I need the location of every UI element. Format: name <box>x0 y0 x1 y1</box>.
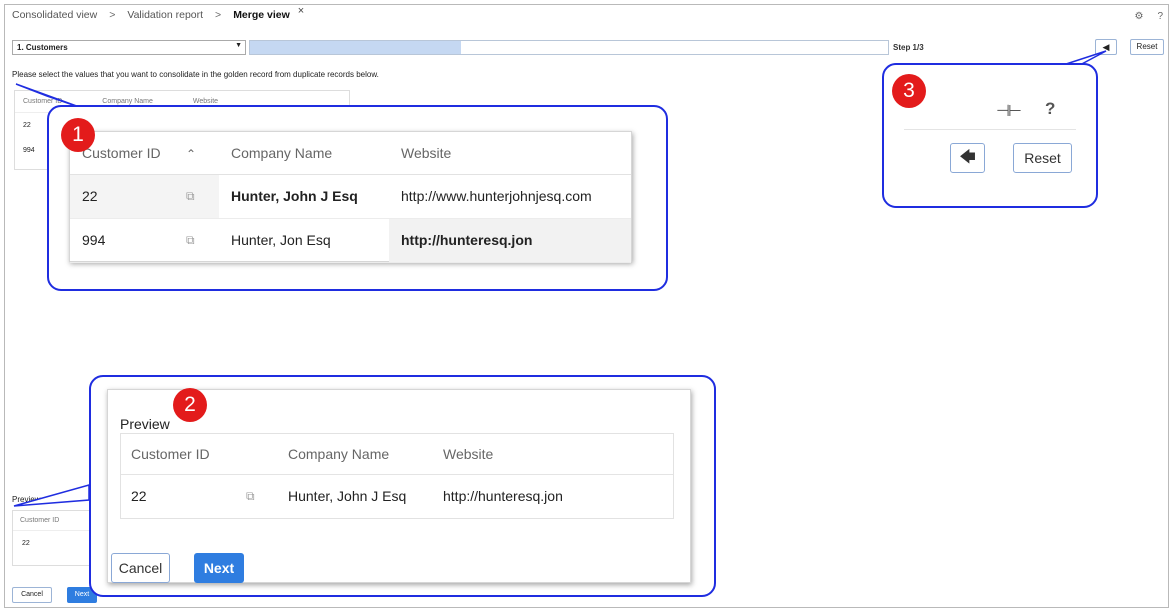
column-header-website[interactable]: Website <box>389 132 631 175</box>
progress-fill <box>250 41 461 54</box>
help-icon[interactable]: ? <box>1157 11 1163 22</box>
table-cell: 22 <box>22 540 30 547</box>
column-header: Company Name <box>102 98 153 105</box>
divider <box>904 129 1076 130</box>
breadcrumb-merge-view[interactable]: Merge view <box>233 9 290 21</box>
breadcrumb: Consolidated view > Validation report > … <box>12 5 304 21</box>
close-tab-icon[interactable]: × <box>298 5 304 17</box>
preview-table-small: Customer ID 22 <box>12 510 92 566</box>
callout-duplicate-records: Customer ID ⌃ Company Name Website 22 ⧉ … <box>47 105 668 291</box>
column-header: Customer ID <box>13 511 91 531</box>
table-row[interactable]: 994 ⧉ Hunter, Jon Esq http://hunteresq.j… <box>70 218 631 263</box>
help-icon[interactable]: ? <box>1045 99 1055 119</box>
step-label: Step 1/3 <box>893 43 924 52</box>
breadcrumb-validation-report[interactable]: Validation report <box>127 9 203 21</box>
instruction-text: Please select the values that you want t… <box>12 70 379 79</box>
sort-ascending-icon[interactable]: ⌃ <box>174 132 219 175</box>
company-name-cell: Hunter, John J Esq <box>288 488 407 505</box>
breadcrumb-consolidated-view[interactable]: Consolidated view <box>12 9 97 21</box>
website-cell[interactable]: http://www.hunterjohnjesq.com <box>389 174 631 219</box>
step-select[interactable]: 1. Customers ▼ <box>12 40 246 55</box>
external-link-icon[interactable]: ⧉ <box>174 174 219 219</box>
next-button[interactable]: Next <box>194 553 244 583</box>
undo-icon: ◀ <box>1102 42 1110 52</box>
toolbar-panel-zoomed: ⊣⊢ ? 🡄 Reset <box>904 91 1076 187</box>
collapse-icon[interactable]: ⊣⊢ <box>996 101 1022 121</box>
callout-toolbar: ⊣⊢ ? 🡄 Reset 3 <box>882 63 1098 208</box>
external-link-icon[interactable]: ⧉ <box>236 474 278 518</box>
preview-table: Customer ID Company Name Website 22 ⧉ Hu… <box>120 433 674 519</box>
column-header-company-name[interactable]: Company Name <box>219 132 389 175</box>
callout-badge-3: 3 <box>892 74 926 108</box>
callout-badge-1: 1 <box>61 118 95 152</box>
company-name-cell-selected[interactable]: Hunter, John J Esq <box>219 174 389 219</box>
settings-icon[interactable]: ⚙ <box>1134 11 1143 22</box>
progress-bar <box>249 40 889 55</box>
reset-button[interactable]: Reset <box>1013 143 1072 173</box>
table-row: 22 ⧉ Hunter, John J Esq http://hunteresq… <box>121 474 673 518</box>
step-select-value: 1. Customers <box>17 43 68 52</box>
website-cell-selected[interactable]: http://hunteresq.jon <box>389 218 631 263</box>
breadcrumb-separator: > <box>215 9 222 21</box>
callout-badge-2: 2 <box>173 388 207 422</box>
callout-preview: Preview Customer ID Company Name Website… <box>89 375 716 597</box>
spacer <box>236 434 278 475</box>
table-row[interactable]: 22 ⧉ Hunter, John J Esq http://www.hunte… <box>70 174 631 219</box>
column-header-company-name: Company Name <box>278 434 433 475</box>
chevron-down-icon: ▼ <box>235 42 242 49</box>
customer-id-cell[interactable]: 994 <box>70 218 174 263</box>
undo-button[interactable]: ◀ <box>1095 39 1117 55</box>
table-header-row: Customer ID Company Name Website <box>121 434 673 475</box>
column-header: Customer ID <box>23 98 63 105</box>
preview-label: Preview <box>12 495 41 504</box>
reset-button[interactable]: Reset <box>1130 39 1164 55</box>
duplicate-records-table-zoomed: Customer ID ⌃ Company Name Website 22 ⧉ … <box>69 131 632 263</box>
preview-title: Preview <box>120 416 170 432</box>
column-header-website: Website <box>433 434 673 475</box>
cancel-button[interactable]: Cancel <box>111 553 170 583</box>
undo-button[interactable]: 🡄 <box>950 143 985 173</box>
company-name-cell[interactable]: Hunter, Jon Esq <box>219 218 389 263</box>
top-right-toolbar: ⚙ ? <box>1134 11 1163 22</box>
table-header-row: Customer ID ⌃ Company Name Website <box>70 132 631 175</box>
external-link-icon[interactable]: ⧉ <box>174 218 219 263</box>
undo-arrow-icon: 🡄 <box>959 149 976 166</box>
customer-id-cell: 22 <box>131 488 147 505</box>
column-header: Website <box>192 98 219 105</box>
breadcrumb-separator: > <box>109 9 116 21</box>
cancel-button[interactable]: Cancel <box>12 587 52 603</box>
customer-id-cell[interactable]: 22 <box>70 174 174 219</box>
column-header-customer-id: Customer ID <box>121 434 236 475</box>
website-cell: http://hunteresq.jon <box>443 488 563 505</box>
